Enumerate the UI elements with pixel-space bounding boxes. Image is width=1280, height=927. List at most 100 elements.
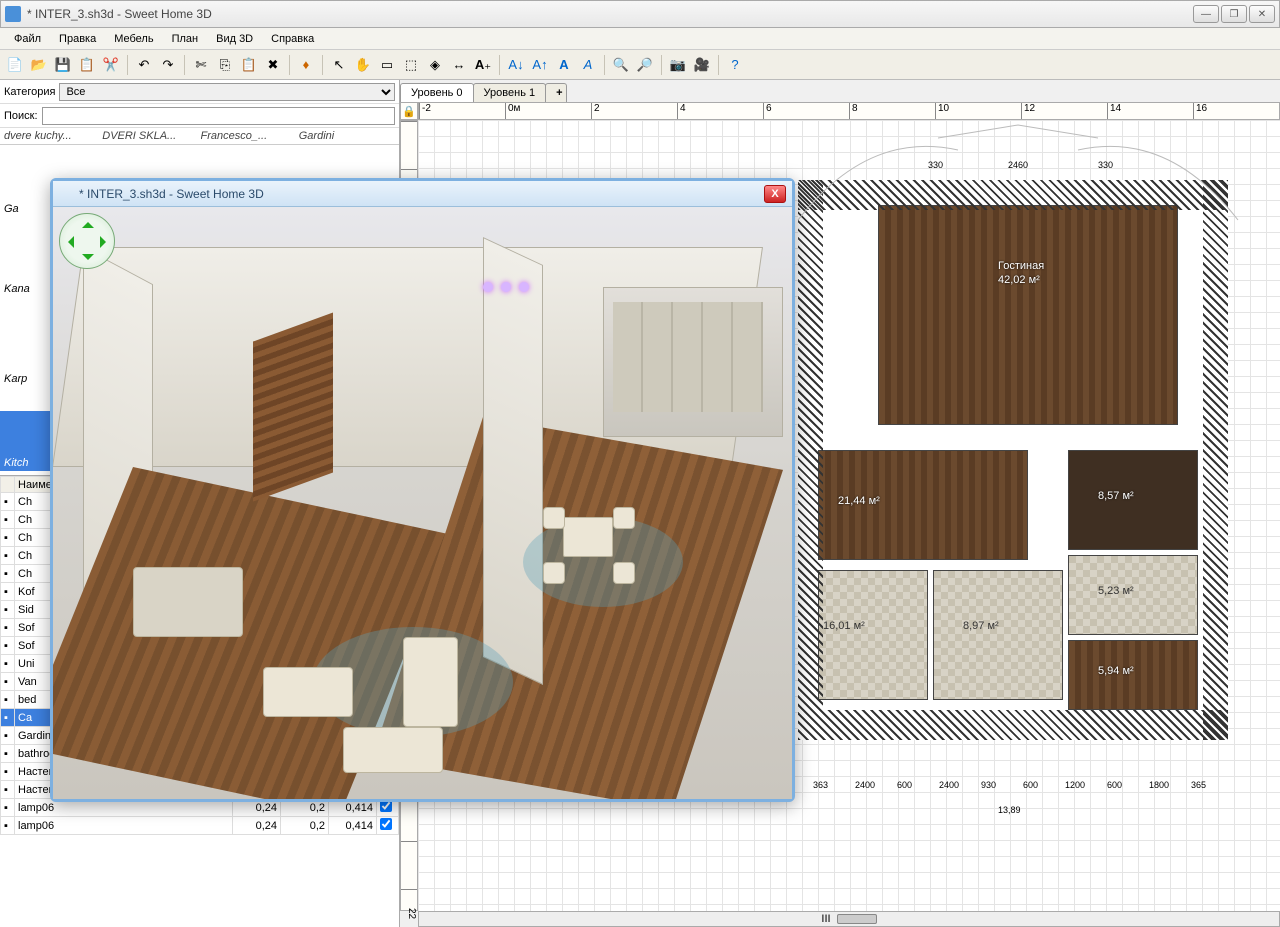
room-857[interactable] [1068, 450, 1198, 550]
menu-edit[interactable]: Правка [51, 31, 104, 47]
3d-view-window[interactable]: * INTER_3.sh3d - Sweet Home 3D X [50, 178, 795, 802]
chair [613, 507, 635, 529]
visible-checkbox[interactable] [380, 818, 392, 830]
redo-icon[interactable]: ↷ [157, 54, 179, 76]
toolbar-sep [718, 55, 719, 75]
lock-icon[interactable]: 🔒 [400, 102, 418, 120]
nav-up-icon[interactable] [82, 216, 94, 228]
search-input[interactable] [42, 107, 395, 125]
minimize-button[interactable]: — [1193, 5, 1219, 23]
ruler-tick: 14 [1107, 103, 1193, 119]
room-icon[interactable]: ⬚ [400, 54, 422, 76]
3d-window-titlebar[interactable]: * INTER_3.sh3d - Sweet Home 3D X [53, 181, 792, 207]
catalog-item-label: Ga [4, 203, 19, 215]
ruler-tick: 0м [505, 103, 591, 119]
textsize-icon[interactable]: A↓ [505, 54, 527, 76]
save-icon[interactable]: 💾 [52, 54, 74, 76]
photo-icon[interactable]: 📷 [667, 54, 689, 76]
saveas-icon[interactable]: 📋 [76, 54, 98, 76]
app-icon [59, 187, 73, 201]
row-icon: ▪ [1, 745, 15, 763]
nav-left-icon[interactable] [62, 236, 74, 248]
zoomin-icon[interactable]: 🔍 [610, 54, 632, 76]
horizontal-scrollbar[interactable]: III [418, 911, 1280, 927]
tab-level-0[interactable]: Уровень 0 [400, 83, 474, 102]
row-visible[interactable] [377, 817, 399, 835]
row-val: 0,414 [329, 817, 377, 835]
bed [133, 567, 243, 637]
stairs [253, 312, 333, 501]
tab-add-level[interactable]: + [545, 83, 567, 102]
light [483, 282, 493, 292]
video-icon[interactable]: 🎥 [691, 54, 713, 76]
3d-viewport[interactable] [53, 207, 792, 799]
main-titlebar: * INTER_3.sh3d - Sweet Home 3D — ❐ ✕ [0, 0, 1280, 28]
room-523[interactable] [1068, 555, 1198, 635]
dimension: 2400 [939, 780, 959, 790]
app-icon [5, 6, 21, 22]
toolbar-sep [289, 55, 290, 75]
pan-icon[interactable]: ✋ [352, 54, 374, 76]
cat-col[interactable]: dvere kuchy... [4, 130, 100, 142]
dimension-icon[interactable]: ↔ [448, 54, 470, 76]
ruler-horizontal: -20м246810121416 [418, 102, 1280, 120]
dimension: 600 [1107, 780, 1122, 790]
roof-arcs [788, 120, 1248, 240]
scroll-thumb[interactable] [837, 914, 877, 924]
zoomout-icon[interactable]: 🔎 [634, 54, 656, 76]
3d-window-title: * INTER_3.sh3d - Sweet Home 3D [79, 187, 758, 201]
menu-help[interactable]: Справка [263, 31, 322, 47]
row-icon: ▪ [1, 763, 15, 781]
undo-icon[interactable]: ↶ [133, 54, 155, 76]
select-icon[interactable]: ↖ [328, 54, 350, 76]
open-icon[interactable]: 📂 [28, 54, 50, 76]
wall-icon[interactable]: ▭ [376, 54, 398, 76]
nav-down-icon[interactable] [82, 254, 94, 266]
catalog-item-label: Karp [4, 373, 27, 385]
menu-furniture[interactable]: Мебель [106, 31, 161, 47]
table-row[interactable]: ▪ lamp06 0,24 0,2 0,414 [1, 817, 399, 835]
sofa [343, 727, 443, 773]
add-furniture-icon[interactable]: ♦ [295, 54, 317, 76]
maximize-button[interactable]: ❐ [1221, 5, 1247, 23]
textsize2-icon[interactable]: A↑ [529, 54, 551, 76]
copy-icon[interactable]: ⎘ [214, 54, 236, 76]
close-button[interactable]: ✕ [1249, 5, 1275, 23]
menu-plan[interactable]: План [164, 31, 207, 47]
catalog-item-label: Kitch [4, 457, 28, 469]
cat-col[interactable]: DVERI SKLA... [102, 130, 198, 142]
dimension: 363 [813, 780, 828, 790]
polyline-icon[interactable]: ◈ [424, 54, 446, 76]
3d-close-button[interactable]: X [764, 185, 786, 203]
help-icon[interactable]: ? [724, 54, 746, 76]
dimension-total: 13,89 [998, 805, 1021, 815]
nav-right-icon[interactable] [100, 236, 112, 248]
room-897[interactable] [933, 570, 1063, 700]
row-val: 0,2 [281, 817, 329, 835]
cut-icon[interactable]: ✄ [190, 54, 212, 76]
menu-file[interactable]: Файл [6, 31, 49, 47]
toolbar-sep [184, 55, 185, 75]
row-icon: ▪ [1, 817, 15, 835]
delete-icon[interactable]: ✖ [262, 54, 284, 76]
new-icon[interactable]: 📄 [4, 54, 26, 76]
cat-col[interactable]: Francesco_... [201, 130, 297, 142]
wall-hatch [1203, 180, 1228, 740]
text-icon[interactable]: A₊ [472, 54, 494, 76]
tab-level-1[interactable]: Уровень 1 [473, 83, 547, 102]
category-select[interactable]: Все [59, 83, 395, 101]
room-594[interactable] [1068, 640, 1198, 710]
room-1601[interactable] [818, 570, 928, 700]
prefs-icon[interactable]: ✂️ [100, 54, 122, 76]
bold-icon[interactable]: A [553, 54, 575, 76]
paste-icon[interactable]: 📋 [238, 54, 260, 76]
col-icon[interactable] [1, 477, 15, 493]
italic-icon[interactable]: A [577, 54, 599, 76]
cat-col[interactable]: Gardini [299, 130, 395, 142]
3d-nav-compass[interactable] [59, 213, 115, 269]
chair [543, 507, 565, 529]
menu-view3d[interactable]: Вид 3D [208, 31, 261, 47]
row-icon: ▪ [1, 619, 15, 637]
room-21[interactable] [818, 450, 1028, 560]
row-icon: ▪ [1, 709, 15, 727]
